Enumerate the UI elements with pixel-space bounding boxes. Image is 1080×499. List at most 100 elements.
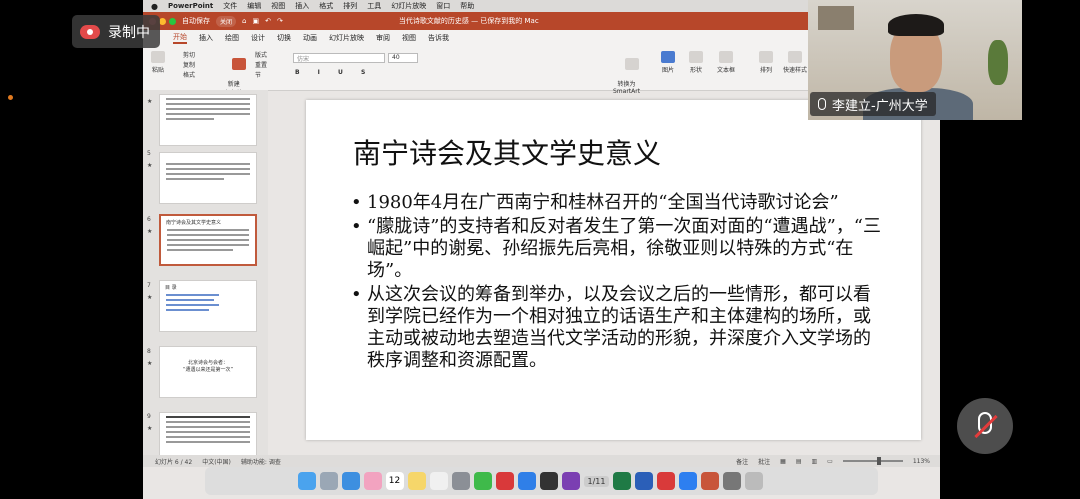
dingtalk-icon[interactable] (517, 472, 536, 490)
reading-view-icon[interactable]: ▥ (812, 458, 818, 465)
star-icon: ★ (147, 425, 153, 432)
format-painter-button[interactable]: 格式 (183, 71, 195, 81)
cut-button[interactable]: 剪切 (183, 51, 195, 61)
thumbnail-number: 8 (147, 348, 151, 355)
minimize-icon[interactable] (159, 17, 166, 25)
safari-icon[interactable] (341, 472, 360, 490)
netease-icon[interactable] (495, 472, 514, 490)
menu-slideshow[interactable]: 幻灯片放映 (391, 1, 426, 11)
youdao-icon[interactable] (657, 472, 676, 490)
text-format-buttons[interactable]: B I U S (295, 69, 373, 76)
quick-style-button[interactable]: 快速样式 (783, 51, 807, 74)
person-hair (888, 14, 944, 36)
paste-button[interactable]: 粘贴 (151, 51, 165, 74)
mac-dock: 12 1/11 (205, 467, 878, 495)
menu-insert[interactable]: 插入 (295, 1, 309, 11)
font-family-input[interactable]: 仿宋 (293, 53, 385, 63)
microphone-icon (818, 98, 826, 110)
word-icon[interactable] (635, 472, 654, 490)
arrange-button[interactable]: 排列 (759, 51, 773, 74)
powerpoint-icon[interactable] (701, 472, 720, 490)
home-icon[interactable]: ⌂ (242, 17, 246, 25)
tab-home[interactable]: 开始 (173, 32, 187, 44)
reset-button[interactable]: 重置 (255, 61, 267, 71)
zoom-icon[interactable] (169, 17, 176, 25)
tencent-meeting-icon[interactable] (679, 472, 698, 490)
autosave-label: 自动保存 (182, 17, 210, 25)
slide-bullet-list[interactable]: 1980年4月在广西南宁和桂林召开的“全国当代诗歌讨论会” “朦胧诗”的支持者和… (351, 192, 881, 374)
document-title: 当代诗歌文献的历史感 — 已保存到我的 Mac (398, 17, 539, 25)
arrange-icon (759, 51, 773, 63)
excel-icon[interactable] (613, 472, 632, 490)
calculator-icon[interactable] (539, 472, 558, 490)
bullet-item[interactable]: “朦胧诗”的支持者和反对者发生了第一次面对面的“遭遇战”，“三崛起”中的谢冕、孙… (351, 216, 881, 282)
trash-icon[interactable] (767, 472, 786, 490)
menu-tools[interactable]: 工具 (367, 1, 381, 11)
autosave-toggle[interactable]: 关闭 (216, 15, 237, 27)
menu-format[interactable]: 格式 (319, 1, 333, 11)
copy-button[interactable]: 复制 (183, 61, 195, 71)
tab-transitions[interactable]: 切换 (277, 33, 291, 43)
tab-slideshow[interactable]: 幻灯片放映 (329, 33, 364, 43)
settings-icon[interactable] (451, 472, 470, 490)
zoom-slider[interactable] (842, 457, 903, 465)
recording-badge[interactable]: 录制中 (72, 15, 160, 48)
menu-app[interactable]: PowerPoint (168, 2, 213, 10)
section-button[interactable]: 节 (255, 71, 267, 81)
tab-design[interactable]: 设计 (251, 33, 265, 43)
zoom-level[interactable]: 113% (913, 458, 930, 465)
reminders-icon[interactable] (429, 472, 448, 490)
tab-insert[interactable]: 插入 (199, 33, 213, 43)
shape-button[interactable]: 形状 (689, 51, 703, 74)
current-slide[interactable]: 南宁诗会及其文学史意义 1980年4月在广西南宁和桂林召开的“全国当代诗歌讨论会… (306, 100, 921, 440)
menu-edit[interactable]: 编辑 (247, 1, 261, 11)
picture-button[interactable]: 图片 (661, 51, 675, 74)
onenote-icon[interactable] (561, 472, 580, 490)
sorter-view-icon[interactable]: ▤ (796, 458, 802, 465)
slideshow-view-icon[interactable]: ▭ (827, 458, 833, 465)
thumbnail-slide-5[interactable] (159, 152, 257, 204)
comments-button[interactable]: 批注 (758, 457, 770, 466)
tab-view[interactable]: 视图 (402, 33, 416, 43)
launchpad-icon[interactable] (319, 472, 338, 490)
menu-file[interactable]: 文件 (223, 1, 237, 11)
smartart-label: 转换为 SmartArt (613, 81, 641, 95)
save-icon[interactable]: ▣ (252, 17, 259, 25)
menu-window[interactable]: 窗口 (436, 1, 450, 11)
tab-tell-me[interactable]: 告诉我 (428, 33, 449, 43)
finder-icon[interactable] (297, 472, 316, 490)
menu-help[interactable]: 帮助 (460, 1, 474, 11)
menu-view[interactable]: 视图 (271, 1, 285, 11)
language-indicator[interactable]: 中文(中国) (202, 457, 231, 466)
wechat-icon[interactable] (473, 472, 492, 490)
photos-icon[interactable] (363, 472, 382, 490)
notes-button[interactable]: 备注 (736, 457, 748, 466)
layout-button[interactable]: 版式 (255, 51, 267, 61)
redo-icon[interactable]: ↷ (277, 17, 283, 25)
preview-icon[interactable] (723, 472, 742, 490)
bullet-item[interactable]: 1980年4月在广西南宁和桂林召开的“全国当代诗歌讨论会” (351, 192, 881, 214)
font-size-input[interactable]: 40 (388, 53, 418, 63)
slide-title[interactable]: 南宁诗会及其文学史意义 (353, 132, 661, 172)
accessibility-status[interactable]: 辅助功能: 调查 (241, 457, 281, 466)
undo-icon[interactable]: ↶ (265, 17, 271, 25)
bullet-item[interactable]: 从这次会议的筹备到举办，以及会议之后的一些情形，都可以看到学院已经作为一个相对独… (351, 284, 881, 372)
notes-app-icon[interactable] (407, 472, 426, 490)
apple-icon[interactable]: ● (151, 2, 158, 11)
menu-arrange[interactable]: 排列 (343, 1, 357, 11)
tab-draw[interactable]: 绘图 (225, 33, 239, 43)
slide-counter: 幻灯片 6 / 42 (155, 458, 193, 466)
calendar-icon[interactable]: 12 (385, 472, 404, 490)
folder-icon[interactable] (745, 472, 764, 490)
thumbnail-slide-8[interactable]: 北京诗会与会者： “遭遇以来还是第一次” (159, 346, 257, 398)
mute-button[interactable] (957, 398, 1013, 454)
normal-view-icon[interactable]: ▦ (780, 458, 786, 465)
thumbnail-slide-4[interactable] (159, 94, 257, 146)
page-counter: 1/11 (583, 475, 610, 487)
thumbnail-slide-7[interactable]: 目 录 (159, 280, 257, 332)
tab-animations[interactable]: 动画 (303, 33, 317, 43)
thumbnail-title: 目 录 (165, 285, 177, 291)
tab-review[interactable]: 审阅 (376, 33, 390, 43)
textbox-button[interactable]: 文本框 (717, 51, 735, 74)
thumbnail-slide-6[interactable]: 南宁诗会及其文学史意义 (159, 214, 257, 266)
